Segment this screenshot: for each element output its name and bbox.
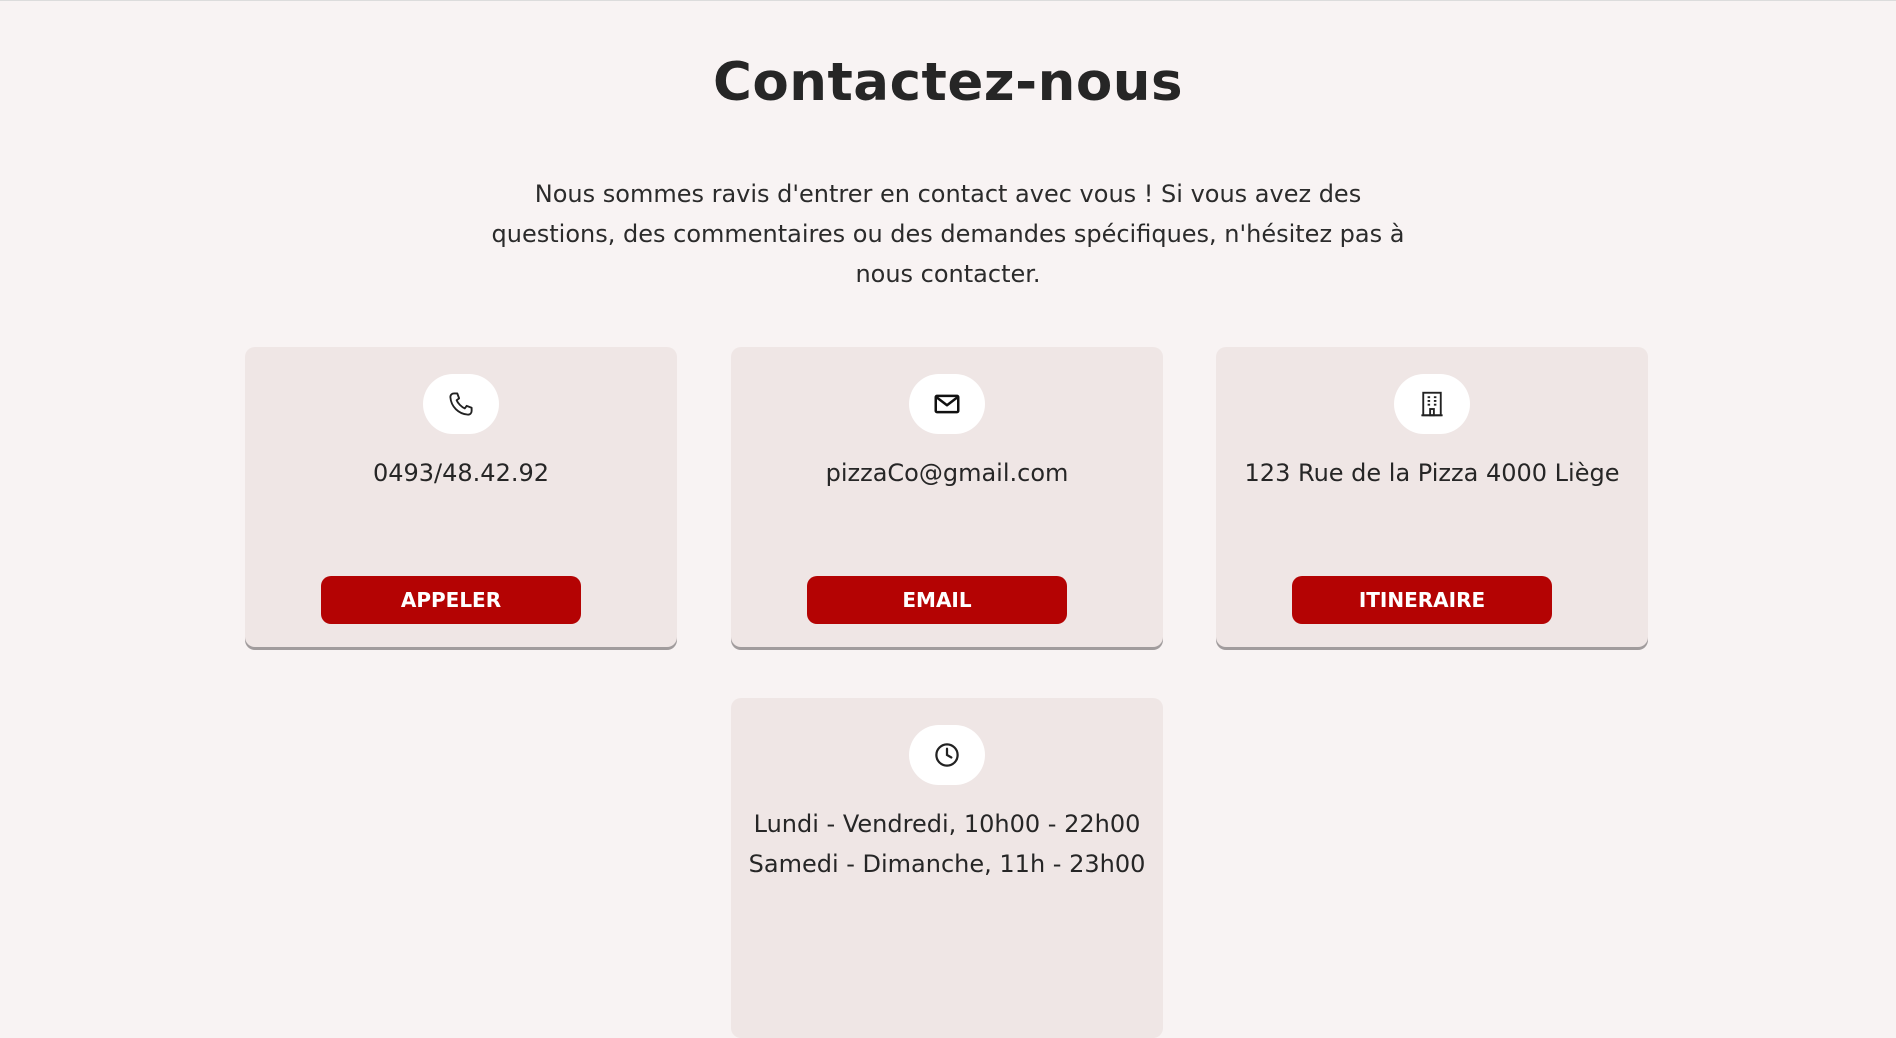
directions-button[interactable]: ITINERAIRE bbox=[1292, 576, 1552, 624]
contact-card-phone: 0493/48.42.92 APPELER bbox=[245, 347, 677, 647]
street-address: 123 Rue de la Pizza 4000 Liège bbox=[1244, 459, 1620, 487]
opening-hours: Lundi - Vendredi, 10h00 - 22h00 Samedi -… bbox=[731, 804, 1163, 884]
page-title: Contactez-nous bbox=[712, 52, 1184, 113]
envelope-icon bbox=[934, 394, 960, 414]
phone-icon bbox=[449, 392, 473, 416]
email-address: pizzaCo@gmail.com bbox=[825, 459, 1069, 487]
hours-icon-bubble bbox=[909, 725, 985, 785]
email-button[interactable]: EMAIL bbox=[807, 576, 1067, 624]
call-button[interactable]: APPELER bbox=[321, 576, 581, 624]
hours-weekend: Samedi - Dimanche, 11h - 23h00 bbox=[748, 850, 1146, 878]
hours-weekdays: Lundi - Vendredi, 10h00 - 22h00 bbox=[753, 810, 1141, 838]
contact-card-email: pizzaCo@gmail.com EMAIL bbox=[731, 347, 1163, 647]
contact-card-hours: Lundi - Vendredi, 10h00 - 22h00 Samedi -… bbox=[731, 698, 1163, 1038]
contact-card-address: 123 Rue de la Pizza 4000 Liège ITINERAIR… bbox=[1216, 347, 1648, 647]
building-icon bbox=[1421, 391, 1443, 417]
email-icon-bubble bbox=[909, 374, 985, 434]
top-divider bbox=[0, 0, 1896, 1]
clock-icon bbox=[935, 743, 959, 767]
phone-number: 0493/48.42.92 bbox=[372, 459, 550, 487]
phone-icon-bubble bbox=[423, 374, 499, 434]
address-icon-bubble bbox=[1394, 374, 1470, 434]
intro-text: Nous sommes ravis d'entrer en contact av… bbox=[491, 180, 1405, 288]
